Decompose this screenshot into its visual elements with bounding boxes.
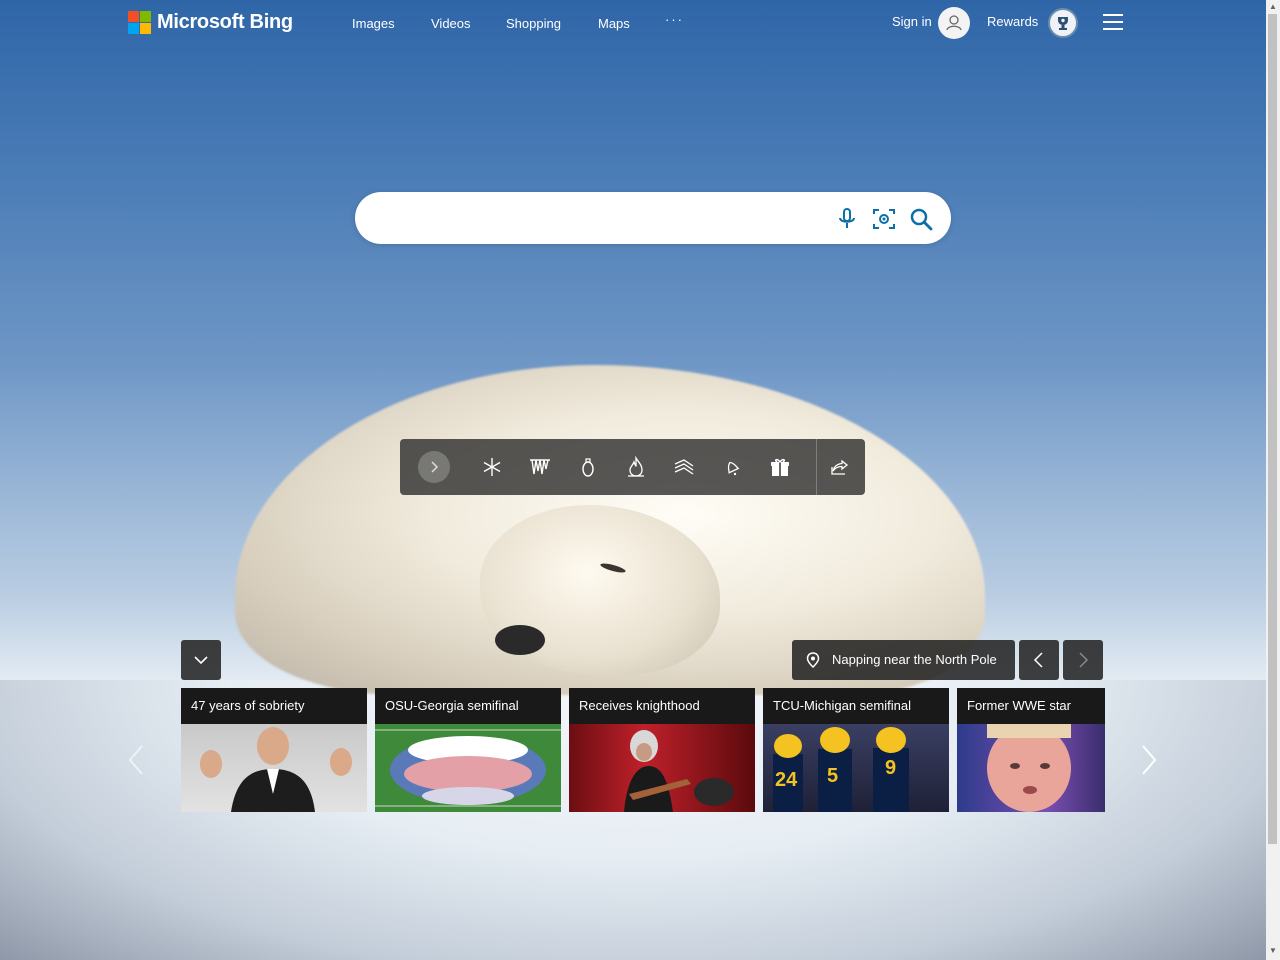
top-header: Microsoft Bing Images Videos Shopping Ma… [0,0,1266,46]
search-icon[interactable] [908,206,934,232]
image-location-info[interactable]: Napping near the North Pole [792,640,1015,680]
news-card-title: TCU-Michigan semifinal [763,688,949,724]
visual-search-icon[interactable] [871,206,897,232]
previous-image-button[interactable] [1019,640,1059,680]
rewards-link[interactable]: Rewards [987,14,1038,29]
page-scrollbar[interactable]: ▲ ▼ [1266,0,1280,960]
news-card-title: Receives knighthood [569,688,755,724]
nav-maps[interactable]: Maps [598,16,630,31]
svg-text:24: 24 [775,769,798,791]
news-card-title: Former WWE star [957,688,1105,724]
news-card-image [569,724,755,812]
user-icon [946,15,962,31]
news-card[interactable]: 47 years of sobriety [181,688,367,812]
nav-shopping[interactable]: Shopping [506,16,561,31]
chevron-right-icon [1079,652,1089,668]
location-label: Napping near the North Pole [832,652,997,667]
nav-images[interactable]: Images [352,16,395,31]
fire-icon[interactable] [624,455,648,479]
search-box[interactable] [355,192,951,244]
snow-drift-icon[interactable] [672,455,696,479]
image-toolbar [400,439,865,495]
svg-text:9: 9 [885,757,896,779]
gift-icon[interactable] [768,455,792,479]
polar-bear-nose [495,625,545,655]
expand-button[interactable] [418,451,450,483]
next-image-button[interactable] [1063,640,1103,680]
snowflake-icon[interactable] [480,455,504,479]
hamburger-menu-icon[interactable] [1103,14,1123,30]
news-card-image: 24 5 9 [763,724,949,812]
share-icon[interactable] [828,455,852,479]
ornament-icon[interactable] [576,455,600,479]
scrollbar-thumb[interactable] [1268,14,1277,844]
brand-name: Microsoft Bing [157,10,293,33]
toolbar-divider [816,439,817,495]
rewards-badge[interactable] [1048,8,1078,38]
microphone-icon[interactable] [834,206,860,232]
news-card[interactable]: OSU-Georgia semifinal [375,688,561,812]
news-card-title: OSU-Georgia semifinal [375,688,561,724]
news-card[interactable]: Former WWE star [957,688,1105,812]
sign-in-link[interactable]: Sign in [892,14,932,29]
scroll-down-icon[interactable]: ▼ [1269,946,1277,955]
news-card-title: 47 years of sobriety [181,688,367,724]
location-pin-icon [806,652,820,669]
carousel-right-arrow-icon[interactable] [1137,742,1161,778]
collapse-news-button[interactable] [181,640,221,680]
icicles-icon[interactable] [528,455,552,479]
search-input[interactable] [371,205,815,233]
trophy-icon [1058,17,1068,30]
news-card-image [375,724,561,812]
news-card-image [181,724,367,812]
news-card-image [957,724,1105,812]
more-menu-button[interactable]: ··· [665,12,684,27]
svg-text:5: 5 [827,765,838,787]
avatar[interactable] [938,7,970,39]
chevron-down-icon [194,656,208,665]
news-card[interactable]: TCU-Michigan semifinal 24 5 9 [763,688,949,812]
carousel-left-arrow-icon[interactable] [124,742,148,778]
nav-videos[interactable]: Videos [431,16,471,31]
bell-icon[interactable] [720,455,744,479]
chevron-left-icon [1033,652,1043,668]
chevron-right-icon [431,461,439,473]
microsoft-logo-icon [128,10,151,34]
news-card[interactable]: Receives knighthood [569,688,755,812]
scroll-up-icon[interactable]: ▲ [1269,2,1277,11]
bing-logo[interactable]: Microsoft Bing [128,10,293,34]
